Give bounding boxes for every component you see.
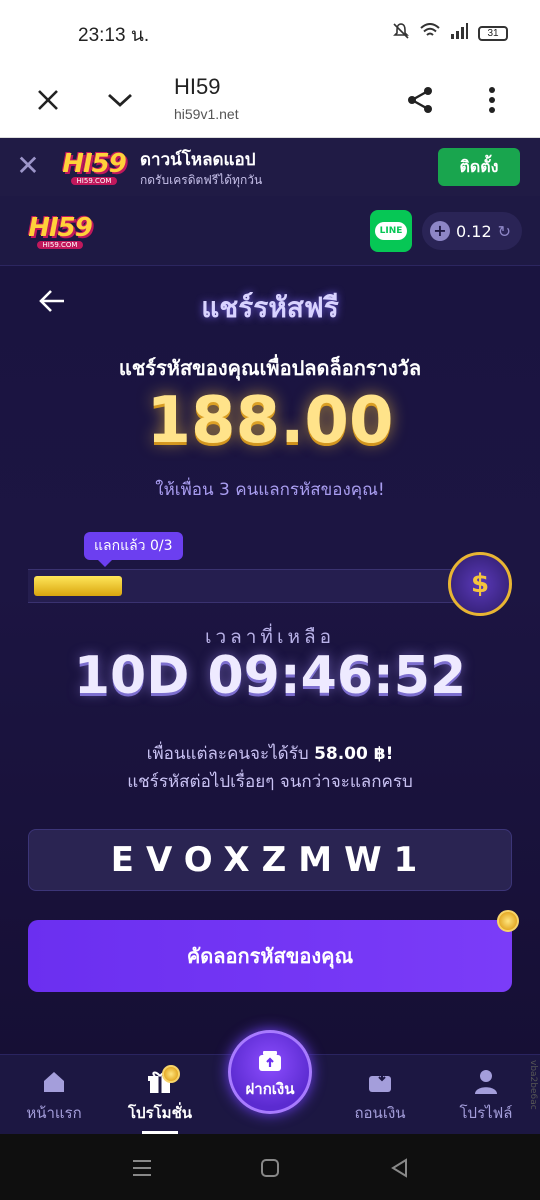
install-button[interactable]: ติดตั้ง	[438, 148, 520, 186]
nav-promotions[interactable]: โปรโมชั่น	[112, 1069, 208, 1125]
line-icon: LINE	[374, 222, 408, 240]
nav-home[interactable]: หน้าแรก	[6, 1069, 102, 1125]
add-funds-icon[interactable]: +	[430, 221, 450, 241]
recent-apps-button[interactable]	[128, 1154, 156, 1182]
copy-code-button[interactable]: คัดลอกรหัสของคุณ	[28, 920, 512, 992]
close-icon	[38, 90, 58, 110]
banner-subtitle: กดรับเครดิตฟรีได้ทุกวัน	[140, 173, 263, 187]
site-logo[interactable]: HI59 HI59.COM	[26, 206, 94, 256]
wallet-icon	[369, 1072, 391, 1092]
status-bar: 23:13 น. 31	[0, 0, 540, 62]
back-nav-button[interactable]	[386, 1154, 414, 1182]
share-icon	[408, 87, 432, 113]
nav-withdraw[interactable]: ถอนเงิน	[332, 1069, 428, 1125]
invite-text: ให้เพื่อน 3 คนแลกรหัสของคุณ!	[155, 480, 385, 500]
home-nav-button[interactable]	[256, 1154, 284, 1182]
nav-profile[interactable]: โปรไฟล์	[438, 1069, 534, 1125]
reward-amount: 188.00	[146, 384, 394, 458]
browser-title: HI59	[174, 74, 221, 99]
triangle-back-icon	[391, 1158, 407, 1178]
status-icons: 31	[392, 22, 508, 44]
share-code-page: แชร์รหัสฟรี แชร์รหัสของคุณเพื่อปลดล็อกรา…	[0, 266, 540, 1054]
referral-code[interactable]: EVOXZMW1	[28, 829, 512, 891]
progress-badge: แลกแล้ว 0/3	[84, 532, 183, 567]
home-icon	[44, 1072, 64, 1092]
battery-icon: 31	[478, 25, 508, 41]
square-icon	[261, 1159, 279, 1177]
menu-icon	[133, 1160, 151, 1176]
deposit-icon	[259, 1051, 281, 1071]
banner-title: ดาวน์โหลดแอป	[140, 150, 256, 170]
refresh-icon[interactable]: ↻	[498, 222, 511, 241]
deposit-button[interactable]: ฝากเงิน	[228, 1030, 312, 1114]
promo-coin-icon	[162, 1065, 180, 1083]
mute-icon	[392, 22, 410, 44]
balance-amount: 0.12	[456, 221, 492, 241]
page-title: แชร์รหัสฟรี	[201, 291, 339, 324]
status-time: 23:13 น.	[78, 25, 150, 46]
page-subtitle: แชร์รหัสของคุณเพื่อปลดล็อกรางวัล	[118, 356, 422, 380]
balance-pill: + 0.12 ↻	[422, 212, 522, 250]
more-menu-button[interactable]	[468, 76, 516, 124]
minimize-button[interactable]	[96, 76, 144, 124]
banner-logo: HI59 HI59.COM	[62, 149, 127, 185]
coin-icon	[497, 910, 519, 932]
close-banner-button[interactable]: ✕	[12, 150, 44, 182]
progress-fill	[34, 576, 122, 596]
side-version-text: vba2be6ac	[528, 1060, 538, 1110]
android-nav-bar	[0, 1134, 540, 1200]
chevron-down-icon	[108, 93, 132, 107]
more-vertical-icon	[489, 87, 495, 113]
browser-toolbar: HI59 hi59v1.net	[0, 62, 540, 138]
prize-ticket-icon: $	[448, 552, 512, 616]
progress-track	[28, 569, 484, 603]
wifi-icon	[420, 23, 440, 43]
close-tab-button[interactable]	[24, 76, 72, 124]
share-button[interactable]	[396, 76, 444, 124]
signal-icon	[450, 23, 468, 43]
download-app-banner: ✕ HI59 HI59.COM ดาวน์โหลดแอป กดรับเครดิต…	[0, 138, 540, 196]
friend-reward-amount: 58.00 ฿!	[314, 744, 394, 764]
user-icon	[475, 1070, 497, 1094]
share-instruction: แชร์รหัสต่อไปเรื่อยๆ จนกว่าจะแลกครบ	[127, 772, 413, 792]
line-contact-button[interactable]: LINE	[370, 210, 412, 252]
browser-url[interactable]: hi59v1.net	[174, 106, 239, 122]
friend-reward-info: เพื่อนแต่ละคนจะได้รับ 58.00 ฿!	[146, 744, 394, 764]
app-header: HI59 HI59.COM LINE + 0.12 ↻	[0, 196, 540, 266]
countdown-timer: 10D 09:46:52	[73, 646, 467, 706]
